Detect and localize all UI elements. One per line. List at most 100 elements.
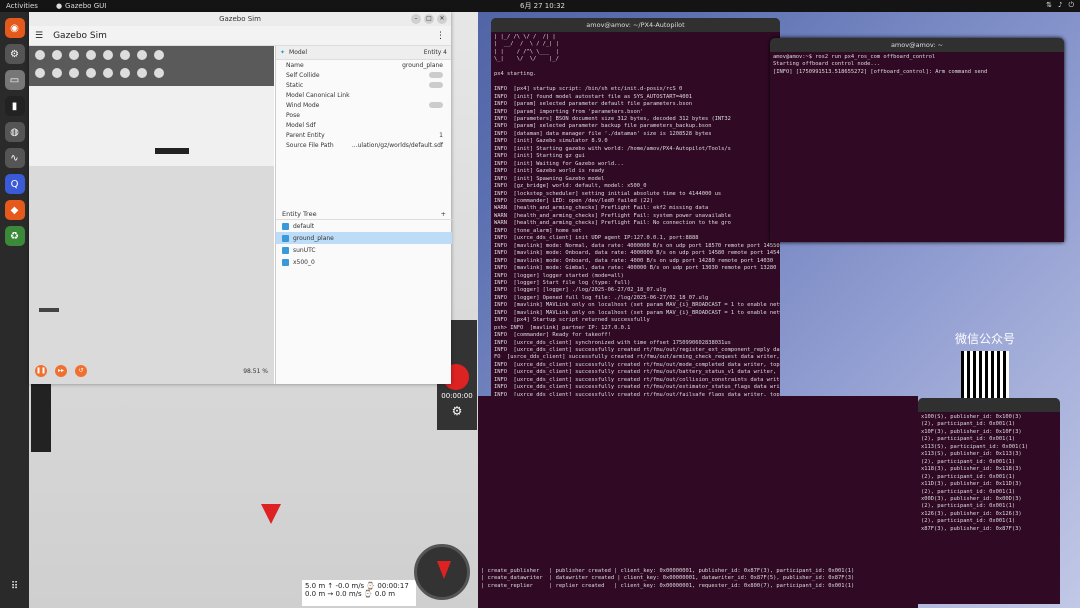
agent-row: | create_datawriter | datawriter created…	[481, 575, 855, 582]
entity-id: Entity 4	[423, 49, 447, 56]
drone-model-far	[39, 308, 59, 312]
trash-icon[interactable]: ♻	[4, 226, 25, 246]
agent-terminal-right-title[interactable]	[918, 398, 1060, 412]
entity-tree: Entity Tree + default ground_plane sunUTC…	[276, 208, 452, 268]
shape-toolbar	[29, 46, 274, 86]
select-icon[interactable]	[35, 68, 45, 78]
maximize-button[interactable]: □	[424, 14, 434, 24]
vehicle-marker-icon[interactable]	[261, 504, 281, 524]
property-toggle[interactable]	[429, 82, 443, 88]
directional-light-icon[interactable]	[137, 50, 147, 60]
component-inspector: ✦ Model Entity 4 Name ground_plane Self Coll…	[275, 46, 452, 384]
property-toggle[interactable]	[429, 102, 443, 108]
playback-controls: ❚❚ ▸▸ ↺ 98.51 %	[29, 358, 274, 384]
ros2-terminal[interactable]: amov@amov: ~ amov@amov:~$ ros2 run px4_r…	[770, 38, 1064, 242]
gazebo-header-title: Gazebo Sim	[53, 30, 107, 41]
property-key: Source File Path	[286, 141, 334, 149]
gazebo-window-title[interactable]: Gazebo Sim – □ ✕	[29, 12, 451, 26]
property-key: Name	[286, 61, 304, 69]
add-icon[interactable]: +	[441, 210, 446, 218]
ellipsoid-icon[interactable]	[103, 50, 113, 60]
world-icon	[282, 222, 289, 230]
real-time-factor: 98.51 %	[243, 367, 268, 375]
panel-title: Model	[289, 49, 308, 56]
paste-icon[interactable]	[154, 68, 164, 78]
property-row: Source File Path ...ulation/gz/worlds/def…	[276, 140, 451, 150]
property-toggle[interactable]	[429, 72, 443, 78]
files-icon[interactable]: ▭	[4, 70, 25, 90]
show-apps-icon[interactable]: ⠿	[5, 576, 25, 596]
clock[interactable]: 6月 27 10:32	[520, 1, 565, 11]
agent-row: | create_publisher | publisher created |…	[481, 568, 855, 574]
grid-icon[interactable]	[103, 68, 113, 78]
wechat-label: 微信公众号	[954, 332, 1015, 346]
property-row: Static	[276, 80, 451, 90]
app-menu[interactable]: ● Gazebo GUI	[56, 2, 106, 10]
entity-label: ground_plane	[293, 234, 334, 242]
property-key: Pose	[286, 111, 300, 119]
ros2-terminal-output: amov@amov:~$ ros2 run px4_ros_com offboa…	[773, 54, 988, 75]
telemetry-hud: 5.0 m ↑ -0.0 m/s ⌚ 00:00:17 0.0 m → 0.0 …	[302, 580, 416, 606]
model-icon	[282, 234, 289, 242]
overflow-menu-icon[interactable]: ⋮	[436, 31, 445, 41]
agent-terminal-right[interactable]: x100(S), publisher_id: 0x100(3) (2), par…	[918, 398, 1060, 604]
light-icon[interactable]	[120, 50, 130, 60]
reset-button[interactable]: ↺	[75, 365, 87, 377]
monitor-icon[interactable]: ∿	[4, 148, 25, 168]
agent-row: | create_replier | replier created | cli…	[481, 582, 855, 589]
entity-sunutc[interactable]: sunUTC	[276, 244, 452, 256]
minimize-button[interactable]: –	[411, 14, 421, 24]
gazebo-header: ☰ Gazebo Sim ⋮	[29, 26, 451, 46]
scene-3d[interactable]: ❚❚ ▸▸ ↺ 98.51 %	[29, 86, 274, 384]
property-value: ground_plane	[402, 61, 443, 69]
gazebo-window-title-text: Gazebo Sim	[219, 15, 261, 23]
settings-icon[interactable]: ⚙	[4, 44, 25, 64]
cylinder-icon[interactable]	[69, 50, 79, 60]
system-tray[interactable]: ⇅ ♪ ⏻	[1046, 1, 1074, 10]
capsule-icon[interactable]	[86, 50, 96, 60]
gazebo-window: Gazebo Sim – □ ✕ ☰ Gazebo Sim ⋮ ❚❚ ▸▸ ↺ 98…	[29, 12, 452, 384]
agent-terminal[interactable]: | create_publisher | publisher created |…	[478, 396, 918, 608]
hamburger-menu-icon[interactable]: ☰	[35, 31, 43, 41]
copy-icon[interactable]	[137, 68, 147, 78]
pause-button[interactable]: ❚❚	[35, 365, 47, 377]
power-icon: ⏻	[1068, 1, 1074, 9]
rotate-icon[interactable]	[69, 68, 79, 78]
translate-icon[interactable]	[52, 68, 62, 78]
model-icon	[282, 258, 289, 266]
compass-widget	[414, 544, 470, 600]
entity-ground-plane[interactable]: ground_plane	[276, 232, 452, 244]
sphere-icon[interactable]	[52, 50, 62, 60]
property-row: Pose	[276, 110, 451, 120]
screenshot-icon[interactable]	[120, 68, 130, 78]
entity-label: x500_0	[293, 258, 315, 266]
terminal-icon[interactable]: ▮	[4, 96, 25, 116]
model-icon: ✦	[280, 49, 286, 56]
step-button[interactable]: ▸▸	[55, 365, 67, 377]
ros2-terminal-title[interactable]: amov@amov: ~	[770, 38, 1064, 52]
px4-terminal-title[interactable]: amov@amov: ~/PX4-Autopilot	[491, 18, 780, 32]
ground-plane	[29, 166, 274, 384]
qgc-icon[interactable]: Q	[4, 174, 25, 194]
gazebo-icon[interactable]: ◍	[4, 122, 25, 142]
volume-icon: ♪	[1057, 1, 1063, 9]
property-key: Model Sdf	[286, 121, 316, 129]
gear-icon[interactable]: ⚙	[437, 404, 477, 418]
activities-button[interactable]: Activities	[6, 2, 38, 10]
top-bar: Activities ● Gazebo GUI 6月 27 10:32 ⇅ ♪ ⏻	[0, 0, 1080, 12]
spot-light-icon[interactable]	[154, 50, 164, 60]
fly-toolstrip[interactable]	[31, 382, 51, 452]
property-row: Model Sdf	[276, 120, 451, 130]
close-button[interactable]: ✕	[437, 14, 447, 24]
entity-x500[interactable]: x500_0	[276, 256, 452, 268]
qr-code	[961, 351, 1009, 399]
firefox-icon[interactable]: ◉	[4, 18, 25, 38]
snap-icon[interactable]	[86, 68, 96, 78]
box-icon[interactable]	[35, 50, 45, 60]
agent-terminal-output: | create_publisher | publisher created |…	[478, 396, 918, 592]
property-row: Wind Mode	[276, 100, 451, 110]
app-icon[interactable]: ◆	[4, 200, 25, 220]
network-icon: ⇅	[1046, 1, 1052, 9]
entity-default[interactable]: default	[276, 220, 452, 232]
dock: ◉ ⚙ ▭ ▮ ◍ ∿ Q ◆ ♻ ⠿	[0, 12, 29, 608]
